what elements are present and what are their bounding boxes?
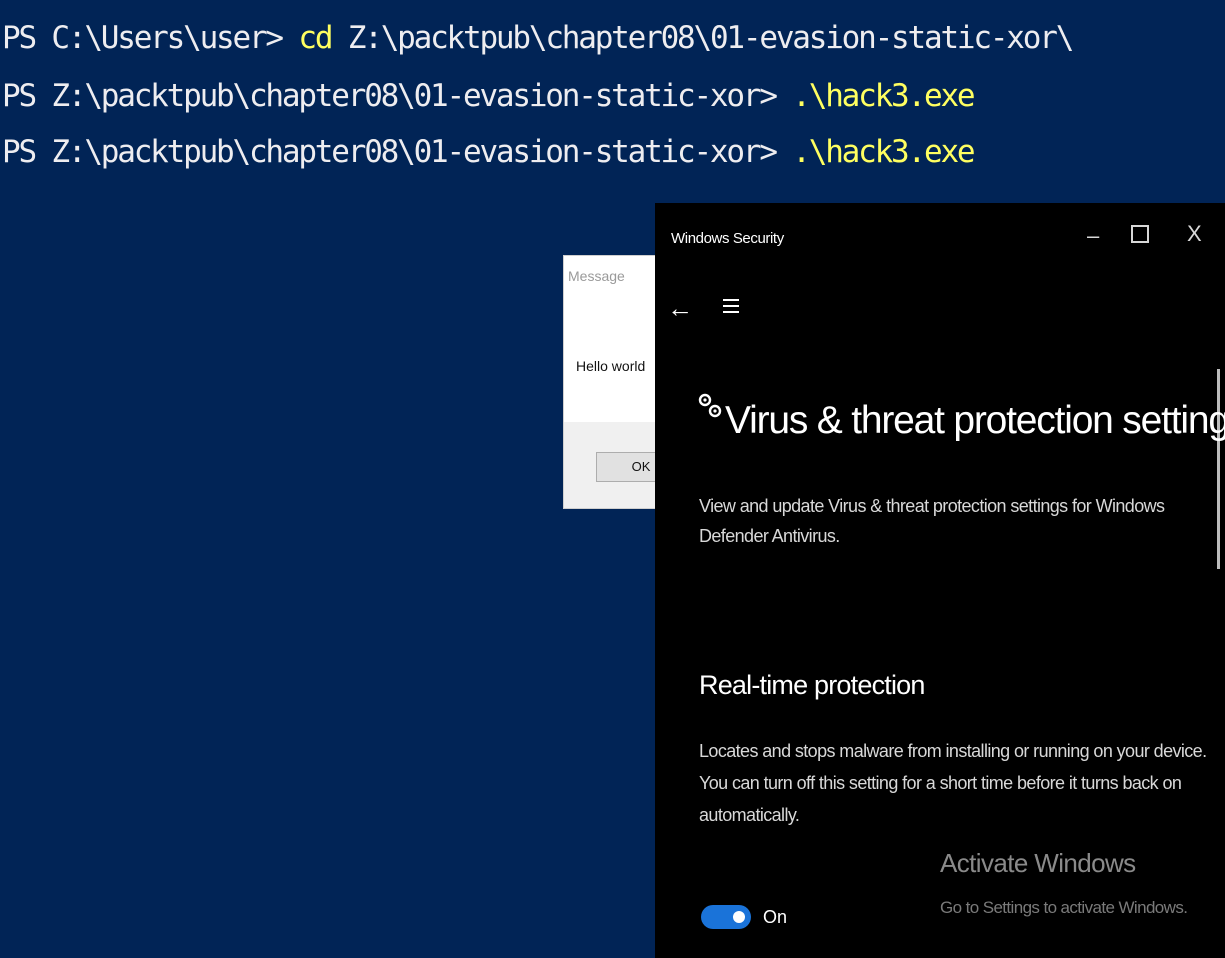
page-title: Virus & threat protection settings: [725, 399, 1225, 442]
close-button[interactable]: X: [1187, 221, 1202, 247]
toggle-state-label: On: [763, 907, 788, 927]
activate-windows-watermark-subtitle: Go to Settings to activate Windows.: [940, 898, 1188, 917]
realtime-protection-title: Real-time protection: [699, 670, 925, 700]
console-line: PS Z:\packtpub\chapter08\01-evasion-stat…: [2, 132, 976, 172]
console-prompt: PS Z:\packtpub\chapter08\01-evasion-stat…: [2, 134, 793, 170]
message-box-text: Hello world: [576, 358, 646, 374]
title-bar[interactable]: Windows Security – X: [655, 203, 1225, 273]
hamburger-menu-icon[interactable]: [723, 299, 739, 317]
console-line: PS C:\Users\user> cd Z:\packtpub\chapter…: [2, 18, 1075, 58]
maximize-button[interactable]: [1131, 225, 1149, 243]
console-prompt: PS C:\Users\user>: [2, 20, 299, 56]
activate-windows-watermark-title: Activate Windows: [940, 848, 1136, 878]
windows-security-window: Windows Security – X ← Virus & threat pr…: [655, 203, 1225, 958]
message-box-title: Message: [568, 268, 625, 284]
realtime-protection-toggle[interactable]: [701, 905, 751, 929]
page-description: View and update Virus & threat protectio…: [699, 496, 1165, 546]
console-line: PS Z:\packtpub\chapter08\01-evasion-stat…: [2, 76, 976, 116]
console-command: .\hack3.exe: [792, 78, 975, 114]
console-command: .\hack3.exe: [792, 134, 975, 170]
back-arrow-icon[interactable]: ←: [667, 293, 693, 324]
minimize-button[interactable]: –: [1087, 223, 1099, 249]
console-prompt: PS Z:\packtpub\chapter08\01-evasion-stat…: [2, 78, 793, 114]
console-command: cd: [298, 20, 333, 56]
window-title: Windows Security: [671, 230, 784, 247]
realtime-protection-description: Locates and stops malware from installin…: [699, 741, 1207, 825]
console-argument: Z:\packtpub\chapter08\01-evasion-static-…: [331, 20, 1075, 56]
settings-gears-icon: [697, 391, 723, 429]
toggle-knob: [733, 911, 745, 923]
